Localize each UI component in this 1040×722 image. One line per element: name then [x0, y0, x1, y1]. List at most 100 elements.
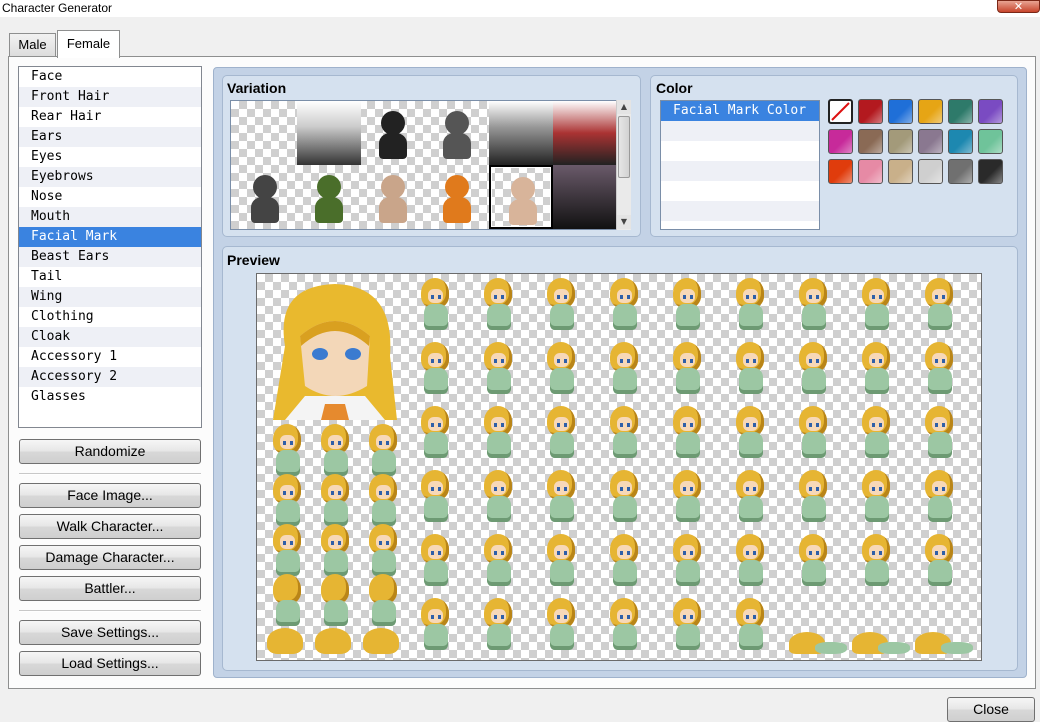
list-item[interactable]: Glasses: [19, 387, 201, 407]
variation-option[interactable]: [361, 165, 425, 229]
color-swatch[interactable]: [978, 99, 1003, 124]
scroll-thumb[interactable]: [618, 116, 630, 178]
color-swatch[interactable]: [858, 159, 883, 184]
list-item[interactable]: Rear Hair: [19, 107, 201, 127]
color-swatch[interactable]: [978, 129, 1003, 154]
variation-option[interactable]: [489, 165, 553, 229]
color-swatch[interactable]: [858, 99, 883, 124]
list-item[interactable]: Front Hair: [19, 87, 201, 107]
variation-option[interactable]: [361, 101, 425, 165]
list-item[interactable]: Beast Ears: [19, 247, 201, 267]
variation-option[interactable]: [233, 101, 297, 165]
list-item[interactable]: Facial Mark: [19, 227, 201, 247]
color-swatch[interactable]: [828, 129, 853, 154]
list-item[interactable]: Wing: [19, 287, 201, 307]
color-swatch[interactable]: [948, 99, 973, 124]
character-sprite: [665, 596, 711, 652]
character-sprite: [602, 532, 648, 588]
character-sprite: [313, 522, 359, 578]
variation-option[interactable]: [553, 101, 617, 165]
variation-grid[interactable]: [230, 100, 631, 230]
character-sprite: [728, 340, 774, 396]
character-sprite: [602, 468, 648, 524]
color-swatch[interactable]: [888, 159, 913, 184]
face-portrait: [265, 276, 405, 420]
list-item[interactable]: Mouth: [19, 207, 201, 227]
color-swatch[interactable]: [828, 159, 853, 184]
character-sprite: [791, 340, 837, 396]
list-item[interactable]: Tail: [19, 267, 201, 287]
character-sprite: [917, 340, 963, 396]
color-swatch[interactable]: [918, 159, 943, 184]
face-image-button[interactable]: Face Image...: [19, 483, 201, 508]
character-sprite: [539, 468, 585, 524]
character-sprite: [665, 340, 711, 396]
character-sprite: [361, 472, 407, 528]
character-sprite: [265, 572, 311, 628]
character-sprite: [361, 572, 407, 628]
parts-list[interactable]: Face Front Hair Rear Hair Ears Eyes Eyebrows N…: [18, 66, 202, 428]
character-sprite: [665, 532, 711, 588]
save-settings-button[interactable]: Save Settings...: [19, 620, 201, 645]
empty-row: [661, 181, 819, 201]
tab-female[interactable]: Female: [57, 30, 120, 58]
character-sprite: [602, 596, 648, 652]
scroll-down-icon[interactable]: ▼: [617, 215, 631, 229]
variation-option[interactable]: [489, 101, 553, 165]
character-sprite: [476, 276, 522, 332]
character-sprite: [361, 522, 407, 578]
character-sprite: [539, 276, 585, 332]
list-item[interactable]: Eyebrows: [19, 167, 201, 187]
list-item[interactable]: Face: [19, 67, 201, 87]
color-swatch[interactable]: [888, 129, 913, 154]
character-sprite: [476, 532, 522, 588]
list-item[interactable]: Clothing: [19, 307, 201, 327]
list-item[interactable]: Accessory 2: [19, 367, 201, 387]
no-color-icon[interactable]: [828, 99, 853, 124]
scroll-up-icon[interactable]: ▲: [617, 100, 631, 114]
color-list[interactable]: Facial Mark Color: [660, 100, 820, 230]
separator: [19, 473, 201, 475]
character-sprite: [791, 532, 837, 588]
randomize-button[interactable]: Randomize: [19, 439, 201, 464]
title-bar: Character Generator ✕: [0, 0, 1040, 17]
character-sprite: [791, 468, 837, 524]
walk-character-button[interactable]: Walk Character...: [19, 514, 201, 539]
character-sprite: [917, 404, 963, 460]
color-swatch[interactable]: [948, 159, 973, 184]
close-button[interactable]: Close: [947, 697, 1035, 722]
color-swatch[interactable]: [918, 129, 943, 154]
character-sprite: [852, 626, 912, 656]
character-sprite: [539, 596, 585, 652]
color-swatch[interactable]: [978, 159, 1003, 184]
color-swatch[interactable]: [948, 129, 973, 154]
variation-label: Variation: [227, 80, 287, 96]
variation-option[interactable]: [425, 101, 489, 165]
variation-option[interactable]: [233, 165, 297, 229]
variation-scrollbar[interactable]: ▲ ▼: [616, 100, 631, 230]
window-close-button[interactable]: ✕: [997, 0, 1040, 13]
list-item[interactable]: Nose: [19, 187, 201, 207]
character-sprite: [265, 472, 311, 528]
character-sprite: [602, 276, 648, 332]
load-settings-button[interactable]: Load Settings...: [19, 651, 201, 676]
color-swatch[interactable]: [858, 129, 883, 154]
color-swatch[interactable]: [888, 99, 913, 124]
list-item[interactable]: Cloak: [19, 327, 201, 347]
color-list-item[interactable]: Facial Mark Color: [661, 101, 819, 121]
character-sprite: [602, 404, 648, 460]
character-sprite: [854, 468, 900, 524]
character-sprite: [915, 626, 975, 656]
list-item[interactable]: Accessory 1: [19, 347, 201, 367]
variation-option[interactable]: [553, 165, 617, 229]
variation-option[interactable]: [297, 165, 361, 229]
tab-male[interactable]: Male: [9, 33, 56, 57]
character-sprite: [265, 628, 305, 654]
variation-option[interactable]: [297, 101, 361, 165]
list-item[interactable]: Ears: [19, 127, 201, 147]
color-swatch[interactable]: [918, 99, 943, 124]
battler-button[interactable]: Battler...: [19, 576, 201, 601]
variation-option[interactable]: [425, 165, 489, 229]
damage-character-button[interactable]: Damage Character...: [19, 545, 201, 570]
list-item[interactable]: Eyes: [19, 147, 201, 167]
